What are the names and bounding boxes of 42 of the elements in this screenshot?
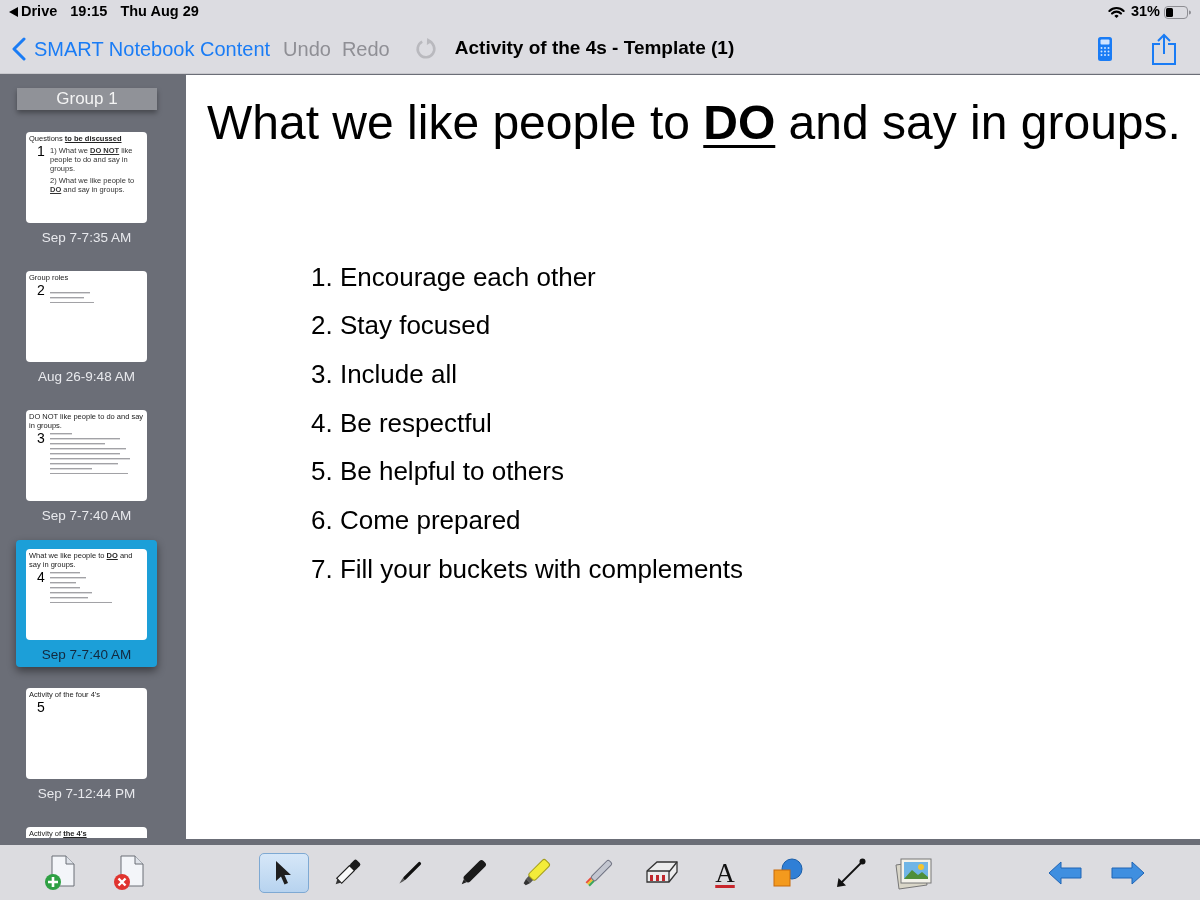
group-header: Group 1 (17, 88, 157, 110)
share-icon[interactable] (1151, 32, 1177, 65)
page-date: Sep 7-7:40 AM (40, 646, 133, 664)
list-item-text: 3. Include all (311, 358, 458, 391)
list-item-text: 7. Fill your buckets with complements (311, 552, 745, 586)
back-to-app-link[interactable]: Drive (9, 1, 58, 23)
delete-page-icon (113, 854, 145, 891)
page-number: 5 (36, 701, 46, 714)
page-number: 3 (36, 432, 46, 448)
slide-title: What we like people to DO and say in groups. (207, 95, 1182, 151)
text-tool-button[interactable]: A (700, 852, 750, 893)
calculator-icon[interactable] (1098, 36, 1112, 61)
left-arrow-icon (1048, 860, 1082, 885)
text-lines-drawing (50, 292, 94, 304)
page-number: 1 (36, 145, 46, 161)
right-arrow-icon (1111, 860, 1145, 885)
back-triangle-icon (9, 7, 18, 17)
page-number: 4 (36, 571, 46, 587)
list-item-text: 1. Encourage each other (311, 260, 597, 294)
list-item-text: 2. Stay focused (311, 309, 492, 343)
list-item-text: 6. Come prepared (311, 504, 522, 538)
list-item-text: 5. Be helpful to others (311, 455, 565, 489)
photo-stack-icon (894, 855, 934, 890)
add-page-icon (44, 854, 76, 891)
line-icon (835, 856, 867, 889)
battery-percent: 31% (1130, 2, 1160, 22)
document-title: Activity of the 4s - Template (1) (454, 36, 735, 61)
shapes-icon (772, 856, 804, 889)
text-lines-drawing (50, 572, 112, 604)
list-item-text: 4. Be respectful (311, 406, 493, 440)
page-date: Sep 7-7:35 AM (40, 229, 133, 247)
select-tool-button[interactable] (259, 852, 309, 893)
wifi-icon (1107, 6, 1125, 18)
page-date: Aug 26-9:48 AM (37, 368, 136, 386)
back-chevron-icon (12, 36, 26, 61)
page-number: 2 (36, 284, 46, 300)
status-time: 19:15 (70, 2, 108, 22)
status-date: Thu Aug 29 (120, 2, 199, 22)
eraser-icon (645, 860, 679, 885)
battery-icon (1164, 5, 1191, 19)
page-date: Sep 7-7:40 AM (40, 507, 133, 525)
page-date: Sep 7-12:44 PM (36, 785, 137, 803)
